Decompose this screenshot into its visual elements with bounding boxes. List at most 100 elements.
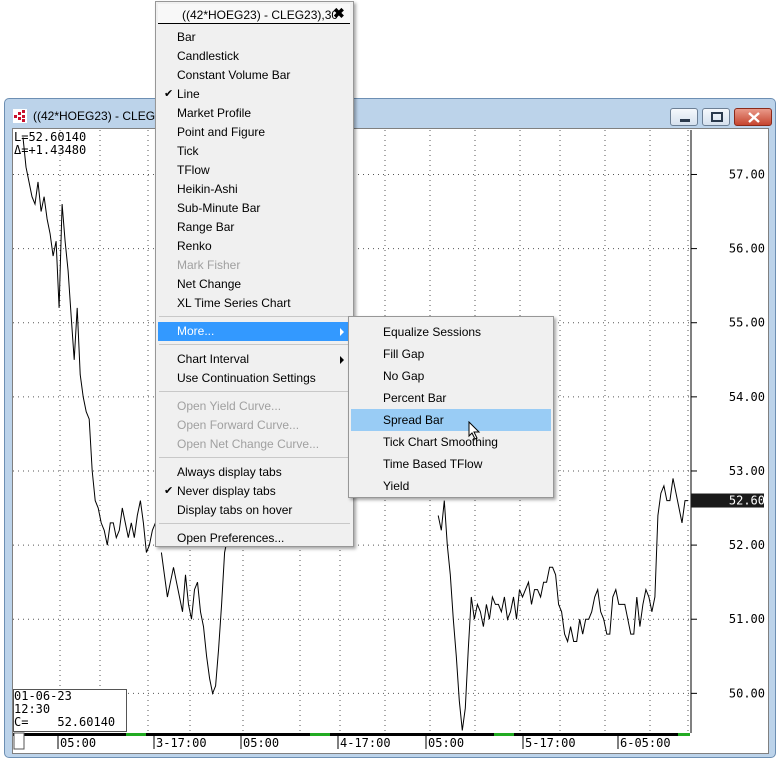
series-line-segment: [22, 137, 159, 553]
submenu-item-label: Spread Bar: [383, 413, 444, 427]
menu-item-line[interactable]: ✔ Line: [158, 85, 351, 104]
y-tick-label: 56.00: [729, 242, 765, 256]
menu-close-icon[interactable]: ✖: [333, 5, 345, 22]
menu-item-market-profile[interactable]: Market Profile: [158, 104, 351, 123]
submenu-item-equalize-sessions[interactable]: Equalize Sessions: [351, 321, 551, 343]
menu-item-label: Always display tabs: [177, 465, 282, 479]
menu-item-never-display-tabs[interactable]: ✔ Never display tabs: [158, 482, 351, 501]
menu-item-constant-volume-bar[interactable]: Constant Volume Bar: [158, 66, 351, 85]
menu-item-open-net-change-curve-: Open Net Change Curve...: [158, 435, 351, 454]
chart-context-menu: ((42*HOEG23) - CLEG23),30 ✖ Bar Candlesti…: [155, 1, 354, 547]
menu-item-label: Constant Volume Bar: [177, 68, 291, 82]
menu-item-label: Net Change: [177, 277, 242, 291]
submenu-item-yield[interactable]: Yield: [351, 475, 551, 497]
menu-item-net-change[interactable]: Net Change: [158, 275, 351, 294]
submenu-item-percent-bar[interactable]: Percent Bar: [351, 387, 551, 409]
submenu-item-time-based-tflow[interactable]: Time Based TFlow: [351, 453, 551, 475]
submenu-item-label: Time Based TFlow: [383, 457, 483, 471]
menu-item-open-forward-curve-: Open Forward Curve...: [158, 416, 351, 435]
menu-item-label: Sub-Minute Bar: [177, 201, 261, 215]
menu-item-open-preferences[interactable]: Open Preferences...: [158, 529, 351, 548]
menu-item-label: More...: [177, 324, 215, 338]
menu-item-renko[interactable]: Renko: [158, 237, 351, 256]
session-marker: [678, 733, 690, 736]
menu-item-label: Line: [177, 87, 200, 101]
menu-item-tflow[interactable]: TFlow: [158, 161, 351, 180]
submenu-item-fill-gap[interactable]: Fill Gap: [351, 343, 551, 365]
x-tick-label: 3-17:00: [156, 736, 207, 750]
menu-item-more[interactable]: More...: [158, 322, 351, 341]
menu-item-point-and-figure[interactable]: Point and Figure: [158, 123, 351, 142]
x-tick-label: 05:00: [60, 736, 96, 750]
time-scroll-handle[interactable]: [13, 732, 25, 750]
menu-item-label: Point and Figure: [177, 125, 266, 139]
menu-item-label: Open Forward Curve...: [177, 418, 300, 432]
submenu-arrow-icon: [340, 356, 344, 364]
menu-item-always-display-tabs[interactable]: Always display tabs: [158, 463, 351, 482]
current-price-label: 52.60: [729, 494, 765, 508]
menu-header: ((42*HOEG23) - CLEG23),30 ✖: [158, 4, 350, 24]
menu-item-heikin-ashi[interactable]: Heikin-Ashi: [158, 180, 351, 199]
menu-item-chart-interval[interactable]: Chart Interval: [158, 350, 351, 369]
price-axis[interactable]: [691, 130, 764, 733]
menu-separator: [159, 523, 350, 524]
session-marker: [126, 733, 146, 736]
submenu-item-label: No Gap: [383, 369, 425, 383]
menu-item-sub-minute-bar[interactable]: Sub-Minute Bar: [158, 199, 351, 218]
checkmark-icon: ✔: [164, 485, 174, 497]
checkmark-icon: ✔: [164, 88, 174, 100]
menu-item-label: Open Yield Curve...: [177, 399, 282, 413]
submenu-arrow-icon: [340, 328, 344, 336]
menu-item-label: Range Bar: [177, 220, 235, 234]
submenu-item-no-gap[interactable]: No Gap: [351, 365, 551, 387]
menu-item-range-bar[interactable]: Range Bar: [158, 218, 351, 237]
menu-item-label: Heikin-Ashi: [177, 182, 238, 196]
menu-item-mark-fisher: Mark Fisher: [158, 256, 351, 275]
cursor-price-box: 01-06-23 12:30 C= 52.60140: [13, 689, 127, 732]
menu-separator: [159, 391, 350, 392]
cursor-close: C= 52.60140: [14, 715, 116, 729]
y-tick-label: 53.00: [729, 464, 765, 478]
mouse-pointer-icon: [468, 421, 481, 440]
x-tick-label: 05:00: [428, 736, 464, 750]
x-tick-label: 6-05:00: [620, 736, 671, 750]
menu-item-label: Bar: [177, 30, 196, 44]
submenu-item-label: Percent Bar: [383, 391, 447, 405]
menu-header-title: ((42*HOEG23) - CLEG23),30: [182, 8, 339, 22]
delta-readout: Δ=+1.43480: [14, 143, 87, 157]
menu-item-display-tabs-on-hover[interactable]: Display tabs on hover: [158, 501, 351, 520]
screen: ((42*HOEG23) - CLEG23),30 57.00 56.00 55.0…: [0, 0, 778, 761]
more-submenu: Equalize Sessions Fill Gap No Gap Percent B…: [348, 316, 554, 498]
menu-item-label: XL Time Series Chart: [177, 296, 291, 310]
menu-item-label: Renko: [177, 239, 212, 253]
menu-item-tick[interactable]: Tick: [158, 142, 351, 161]
y-tick-label: 52.00: [729, 538, 765, 552]
submenu-item-spread-bar[interactable]: Spread Bar: [351, 409, 551, 431]
menu-item-label: Display tabs on hover: [177, 503, 293, 517]
session-marker: [310, 733, 330, 736]
menu-separator: [159, 316, 350, 317]
y-tick-label: 57.00: [729, 167, 765, 181]
menu-item-xl-time-series-chart[interactable]: XL Time Series Chart: [158, 294, 351, 313]
menu-item-label: Use Continuation Settings: [177, 371, 316, 385]
menu-item-label: Tick: [177, 144, 199, 158]
menu-item-label: Never display tabs: [177, 484, 276, 498]
submenu-item-label: Fill Gap: [383, 347, 425, 361]
y-tick-label: 51.00: [729, 612, 765, 626]
y-tick-label: 50.00: [729, 686, 765, 700]
menu-item-use-continuation-settings[interactable]: Use Continuation Settings: [158, 369, 351, 388]
menu-item-label: Chart Interval: [177, 352, 250, 366]
menu-item-bar[interactable]: Bar: [158, 28, 351, 47]
menu-item-label: Market Profile: [177, 106, 252, 120]
menu-item-label: Candlestick: [177, 49, 240, 63]
y-tick-label: 55.00: [729, 316, 765, 330]
series-line-segment: [437, 478, 688, 731]
submenu-item-label: Yield: [383, 479, 410, 493]
x-tick-label: 05:00: [243, 736, 279, 750]
menu-item-label: Open Net Change Curve...: [177, 437, 320, 451]
menu-item-open-yield-curve-: Open Yield Curve...: [158, 397, 351, 416]
submenu-item-label: Equalize Sessions: [383, 325, 482, 339]
menu-item-candlestick[interactable]: Candlestick: [158, 47, 351, 66]
x-tick-label: 4-17:00: [340, 736, 391, 750]
submenu-item-tick-chart-smoothing[interactable]: Tick Chart Smoothing: [351, 431, 551, 453]
